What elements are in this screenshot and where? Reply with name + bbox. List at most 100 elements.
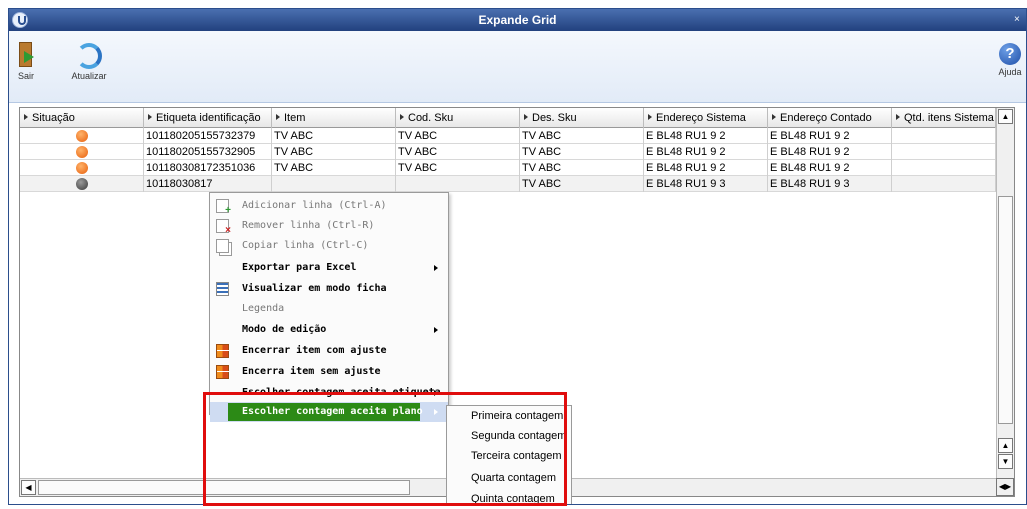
- status-cell: [20, 160, 144, 176]
- column-header-endereco-sistema[interactable]: Endereço Sistema: [644, 108, 768, 128]
- table-row[interactable]: 101180205155732905 TV ABC TV ABC TV ABC …: [20, 144, 996, 160]
- etiqueta-cell: 101180205155732905: [144, 144, 272, 160]
- vertical-scrollbar[interactable]: ▲ ▲ ▼: [996, 108, 1014, 480]
- sair-button[interactable]: Sair: [11, 41, 41, 81]
- sair-label: Sair: [17, 71, 34, 81]
- sort-arrow-icon: [524, 114, 528, 120]
- endereco-sistema-cell: E BL48 RU1 9 2: [644, 160, 768, 176]
- endereco-contado-cell: E BL48 RU1 9 2: [768, 144, 892, 160]
- table-row[interactable]: 101180308172351036 TV ABC TV ABC TV ABC …: [20, 160, 996, 176]
- column-header-des-sku[interactable]: Des. Sku: [520, 108, 644, 128]
- submenu-arrow-icon: [434, 409, 438, 415]
- submenu-item-primeira[interactable]: Primeira contagem: [447, 406, 571, 426]
- submenu-item-terceira[interactable]: Terceira contagem: [447, 446, 571, 466]
- qtd-cell: [892, 176, 996, 192]
- column-header-endereco-contado[interactable]: Endereço Contado: [768, 108, 892, 128]
- horizontal-scroll-thumb[interactable]: [38, 480, 410, 495]
- etiqueta-cell: 101180308172351036: [144, 160, 272, 176]
- submenu-arrow-icon: [434, 390, 438, 396]
- scroll-left-right-icon[interactable]: ◀▶: [996, 478, 1014, 496]
- ajuda-label: Ajuda: [998, 67, 1022, 77]
- scroll-page-up-icon[interactable]: ▲: [998, 438, 1013, 453]
- page-add-icon: [216, 199, 231, 216]
- column-header-qtd-itens-sistema[interactable]: Qtd. itens Sistema: [892, 108, 996, 128]
- submenu-arrow-icon: [434, 327, 438, 333]
- menu-item-legenda[interactable]: Legenda: [210, 299, 448, 319]
- window-title: Expande Grid: [478, 13, 557, 27]
- column-header-situacao[interactable]: Situação: [20, 108, 144, 128]
- sort-arrow-icon: [276, 114, 280, 120]
- sort-arrow-icon: [148, 114, 152, 120]
- sort-arrow-icon: [648, 114, 652, 120]
- vertical-scroll-thumb[interactable]: [998, 196, 1013, 424]
- cod-sku-cell: TV ABC: [396, 128, 520, 144]
- item-cell: [272, 176, 396, 192]
- endereco-sistema-cell: E BL48 RU1 9 2: [644, 144, 768, 160]
- endereco-sistema-cell: E BL48 RU1 9 3: [644, 176, 768, 192]
- status-cell: [20, 144, 144, 160]
- qtd-cell: [892, 128, 996, 144]
- sort-arrow-icon: [772, 114, 776, 120]
- refresh-icon: [76, 43, 102, 69]
- table-row[interactable]: 101180205155732379 TV ABC TV ABC TV ABC …: [20, 128, 996, 144]
- table-row[interactable]: 10118030817 TV ABC E BL48 RU1 9 3 E BL48…: [20, 176, 996, 192]
- menu-item-modo-edicao[interactable]: Modo de edição: [210, 320, 448, 340]
- page-remove-icon: [216, 219, 231, 236]
- submenu-contagem: Primeira contagem Segunda contagem Terce…: [446, 405, 572, 504]
- scroll-up-icon[interactable]: ▲: [998, 109, 1013, 124]
- column-header-etiqueta[interactable]: Etiqueta identificação: [144, 108, 272, 128]
- item-cell: TV ABC: [272, 128, 396, 144]
- menu-item-encerra-sem-ajuste[interactable]: Encerra item sem ajuste: [210, 362, 448, 382]
- exit-door-icon: [15, 41, 37, 69]
- copy-icon: [216, 239, 229, 253]
- grid-header: Situação Etiqueta identificação Item Cod…: [20, 108, 996, 128]
- toolbar: Sair Atualizar ? Ajuda: [9, 31, 1026, 103]
- status-cell: [20, 128, 144, 144]
- expande-grid-window: Expande Grid × Sair Atualizar ? Ajuda Si…: [8, 8, 1027, 505]
- grid-close-icon: [216, 344, 229, 358]
- close-icon[interactable]: ×: [1014, 14, 1024, 26]
- status-orange-icon: [76, 146, 88, 158]
- menu-item-copiar-linha[interactable]: Copiar linha (Ctrl-C): [210, 236, 448, 256]
- cod-sku-cell: TV ABC: [396, 144, 520, 160]
- list-icon: [216, 282, 229, 296]
- endereco-contado-cell: E BL48 RU1 9 2: [768, 128, 892, 144]
- des-sku-cell: TV ABC: [520, 160, 644, 176]
- endereco-contado-cell: E BL48 RU1 9 3: [768, 176, 892, 192]
- context-menu: Adicionar linha (Ctrl-A) Remover linha (…: [209, 192, 449, 422]
- submenu-item-quinta[interactable]: Quinta contagem: [447, 489, 571, 504]
- submenu-arrow-icon: [434, 265, 438, 271]
- menu-item-contagem-plano[interactable]: Escolher contagem aceita plano: [210, 402, 448, 422]
- cod-sku-cell: [396, 176, 520, 192]
- column-header-cod-sku[interactable]: Cod. Sku: [396, 108, 520, 128]
- status-dark-icon: [76, 178, 88, 190]
- menu-item-exportar-excel[interactable]: Exportar para Excel: [210, 258, 448, 278]
- menu-item-visualizar-ficha[interactable]: Visualizar em modo ficha: [210, 279, 448, 299]
- menu-item-contagem-etiqueta[interactable]: Escolher contagem aceita etiqueta: [210, 383, 448, 403]
- des-sku-cell: TV ABC: [520, 176, 644, 192]
- scroll-left-icon[interactable]: ◀: [21, 480, 36, 495]
- column-header-item[interactable]: Item: [272, 108, 396, 128]
- sort-arrow-icon: [400, 114, 404, 120]
- status-orange-icon: [76, 162, 88, 174]
- item-cell: TV ABC: [272, 160, 396, 176]
- scroll-page-down-icon[interactable]: ▼: [998, 454, 1013, 469]
- endereco-contado-cell: E BL48 RU1 9 2: [768, 160, 892, 176]
- des-sku-cell: TV ABC: [520, 144, 644, 160]
- qtd-cell: [892, 160, 996, 176]
- menu-item-encerrar-com-ajuste[interactable]: Encerrar item com ajuste: [210, 341, 448, 361]
- endereco-sistema-cell: E BL48 RU1 9 2: [644, 128, 768, 144]
- sort-arrow-icon: [896, 114, 900, 120]
- status-orange-icon: [76, 130, 88, 142]
- ajuda-button[interactable]: ? Ajuda: [996, 41, 1024, 77]
- etiqueta-cell: 101180205155732379: [144, 128, 272, 144]
- help-icon: ?: [999, 43, 1021, 65]
- menu-item-adicionar-linha[interactable]: Adicionar linha (Ctrl-A): [210, 196, 448, 216]
- grid-close-icon: [216, 365, 229, 379]
- atualizar-label: Atualizar: [71, 71, 107, 81]
- submenu-item-segunda[interactable]: Segunda contagem: [447, 426, 571, 446]
- atualizar-button[interactable]: Atualizar: [65, 41, 113, 81]
- submenu-item-quarta[interactable]: Quarta contagem: [447, 468, 571, 488]
- menu-item-remover-linha[interactable]: Remover linha (Ctrl-R): [210, 216, 448, 236]
- des-sku-cell: TV ABC: [520, 128, 644, 144]
